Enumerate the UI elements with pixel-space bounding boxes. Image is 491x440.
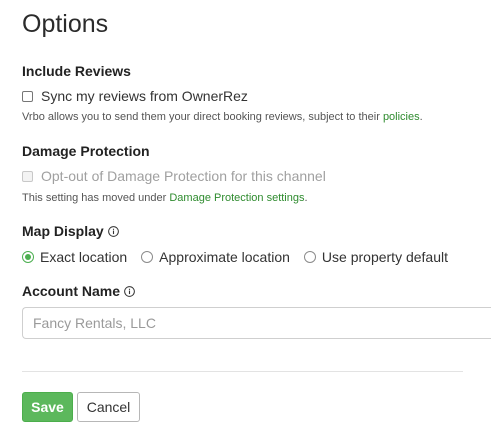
radio-option-use-property-default[interactable]: Use property default [303, 249, 448, 265]
radio-label-exact-location: Exact location [40, 249, 128, 265]
page-title: Options [22, 10, 109, 38]
sync-reviews-label: Sync my reviews from OwnerRez [41, 88, 248, 104]
damage-protection-heading: Damage Protection [22, 143, 150, 159]
account-name-heading-text: Account Name [22, 283, 121, 299]
include-reviews-help-suffix: . [419, 111, 423, 123]
radio-option-approximate-location[interactable]: Approximate location [141, 249, 290, 265]
save-button[interactable]: Save [22, 392, 73, 422]
damage-protection-heading-text: Damage Protection [22, 143, 150, 159]
map-display-heading: Map Display [22, 223, 119, 239]
damage-protection-help: This setting has moved under Damage Prot… [22, 192, 308, 204]
sync-reviews-row[interactable]: Sync my reviews from OwnerRez [22, 88, 248, 104]
damage-protection-checkbox [22, 170, 33, 182]
info-icon[interactable] [107, 225, 119, 237]
sync-reviews-checkbox[interactable] [22, 90, 33, 102]
cancel-button[interactable]: Cancel [77, 392, 140, 422]
include-reviews-heading-text: Include Reviews [22, 63, 131, 79]
damage-protection-settings-link[interactable]: Damage Protection settings [169, 192, 304, 204]
account-name-heading: Account Name [22, 283, 135, 299]
damage-protection-help-text: This setting has moved under [22, 192, 170, 204]
radio-label-use-property-default: Use property default [321, 249, 448, 265]
radio-use-property-default[interactable] [303, 251, 316, 263]
damage-protection-row: Opt-out of Damage Protection for this ch… [22, 168, 326, 184]
policies-link[interactable]: policies [383, 111, 420, 123]
radio-label-approximate-location: Approximate location [159, 249, 290, 265]
divider [22, 371, 463, 372]
include-reviews-heading: Include Reviews [22, 63, 131, 79]
info-icon[interactable] [124, 285, 135, 297]
radio-option-exact-location[interactable]: Exact location [22, 249, 127, 265]
radio-approximate-location[interactable] [141, 251, 154, 263]
map-display-radio-group: Exact location Approximate location Use … [22, 249, 462, 265]
map-display-heading-text: Map Display [22, 223, 104, 239]
include-reviews-help-text: Vrbo allows you to send them your direct… [22, 111, 383, 123]
damage-protection-help-suffix: . [304, 192, 308, 204]
damage-protection-label: Opt-out of Damage Protection for this ch… [41, 168, 326, 184]
radio-exact-location[interactable] [22, 251, 34, 263]
account-name-input[interactable] [22, 307, 491, 339]
include-reviews-help: Vrbo allows you to send them your direct… [22, 111, 423, 123]
